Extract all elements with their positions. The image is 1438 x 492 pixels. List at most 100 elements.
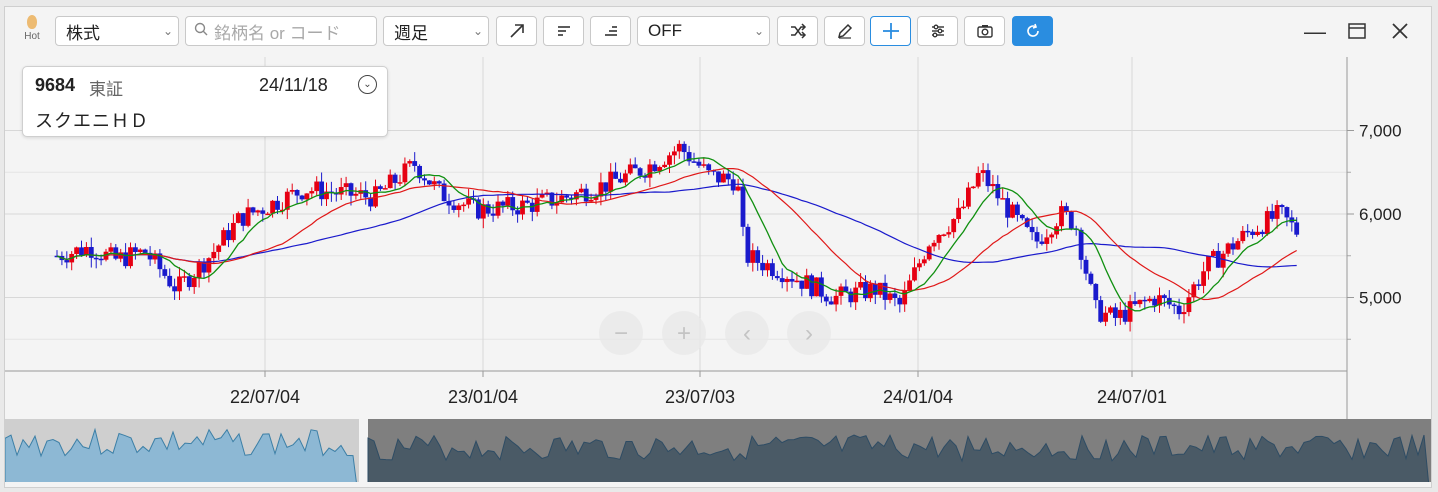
candle-up	[221, 230, 226, 246]
candle-up	[1201, 271, 1206, 286]
candle-down	[1019, 214, 1025, 219]
x-tick-label: 23/01/04	[448, 387, 518, 407]
candle-up	[461, 204, 467, 207]
candle-up	[1103, 312, 1108, 322]
candle-up	[1274, 205, 1280, 219]
candle-up	[765, 263, 770, 271]
candle-up	[887, 293, 893, 300]
candle-down	[172, 286, 177, 292]
candle-up	[623, 173, 628, 183]
candle-down	[779, 278, 785, 283]
zoom-out-button[interactable]: −	[599, 311, 643, 355]
candle-down	[79, 247, 84, 256]
candle-down	[716, 171, 721, 183]
candle-down	[1230, 243, 1236, 250]
candle-up	[255, 210, 261, 213]
candle-up	[672, 151, 677, 156]
y-tick-label: 7,000	[1359, 122, 1402, 141]
candle-up	[917, 263, 922, 268]
candle-up	[353, 193, 359, 196]
candle-down	[1269, 211, 1275, 219]
candle-down	[564, 195, 569, 198]
candle-up	[431, 181, 437, 185]
candle-down	[1250, 231, 1255, 236]
candle-down	[133, 247, 138, 253]
candle-up	[951, 219, 957, 233]
candle-down	[1039, 241, 1045, 244]
candle-up	[1255, 231, 1260, 236]
candle-down	[755, 250, 761, 263]
candle-up	[794, 280, 800, 283]
stock-code: 9684	[35, 75, 76, 95]
candle-down	[1245, 230, 1251, 233]
candle-up	[970, 186, 976, 189]
candle-up	[407, 161, 413, 164]
candle-down	[98, 258, 104, 261]
candle-up	[245, 207, 251, 226]
nav-button-label: ›	[805, 320, 813, 347]
candle-up	[814, 277, 819, 297]
candle-down	[1083, 259, 1089, 274]
candle-down	[1215, 250, 1221, 268]
next-button[interactable]: ›	[787, 311, 831, 355]
candle-up	[1059, 206, 1064, 227]
candle-down	[427, 180, 432, 185]
candle-up	[907, 280, 912, 290]
candle-down	[770, 263, 775, 277]
candle-up	[1225, 243, 1231, 254]
nav-button-label: ‹	[743, 320, 751, 347]
candle-up	[343, 183, 349, 188]
candle-down	[1113, 307, 1118, 318]
stock-name: スクエニＨＤ	[35, 111, 149, 131]
candle-up	[387, 174, 393, 189]
candle-up	[216, 245, 222, 252]
candle-down	[897, 298, 903, 305]
candle-down	[299, 195, 305, 200]
navigator-handle[interactable]	[359, 419, 368, 482]
candle-down	[603, 182, 609, 192]
candle-down	[681, 143, 687, 153]
zoom-in-button[interactable]: +	[662, 311, 706, 355]
candle-down	[490, 213, 496, 216]
candle-up	[912, 267, 917, 281]
candle-up	[1211, 250, 1216, 256]
candle-up	[647, 164, 653, 178]
candle-down	[250, 207, 256, 213]
candle-down	[348, 183, 354, 196]
prev-button[interactable]: ‹	[725, 311, 769, 355]
candle-down	[294, 189, 300, 196]
candle-down	[652, 164, 658, 172]
candle-up	[382, 188, 388, 190]
x-tick-label: 24/07/01	[1097, 387, 1167, 407]
candle-up	[961, 206, 966, 209]
candle-up	[902, 289, 908, 305]
candle-up	[1235, 241, 1241, 250]
candle-down	[696, 161, 702, 166]
chevron-down-icon[interactable]: ⌄	[358, 75, 377, 94]
candle-up	[466, 198, 471, 205]
candle-up	[662, 164, 667, 168]
candle-down	[774, 276, 780, 279]
candle-up	[721, 173, 726, 183]
candle-up	[578, 188, 584, 193]
candle-up	[980, 170, 986, 174]
candle-down	[1098, 300, 1104, 322]
candle-down	[378, 186, 383, 189]
candle-down	[1260, 231, 1265, 235]
candle-up	[289, 189, 295, 192]
candle-up	[921, 259, 927, 264]
candle-up	[314, 181, 320, 192]
candle-down	[525, 200, 530, 203]
candle-up	[402, 163, 408, 183]
stock-info-box: 9684 東証 24/11/18 ⌄ スクエニＨＤ	[22, 66, 388, 137]
candle-up	[975, 173, 981, 187]
candle-down	[823, 296, 829, 302]
candle-down	[985, 170, 991, 187]
candle-up	[1010, 204, 1015, 218]
candle-up	[804, 275, 810, 289]
candle-up	[588, 199, 594, 202]
candle-up	[397, 182, 403, 184]
candle-down	[500, 201, 506, 206]
candle-down	[1162, 295, 1167, 299]
candle-down	[789, 278, 795, 282]
